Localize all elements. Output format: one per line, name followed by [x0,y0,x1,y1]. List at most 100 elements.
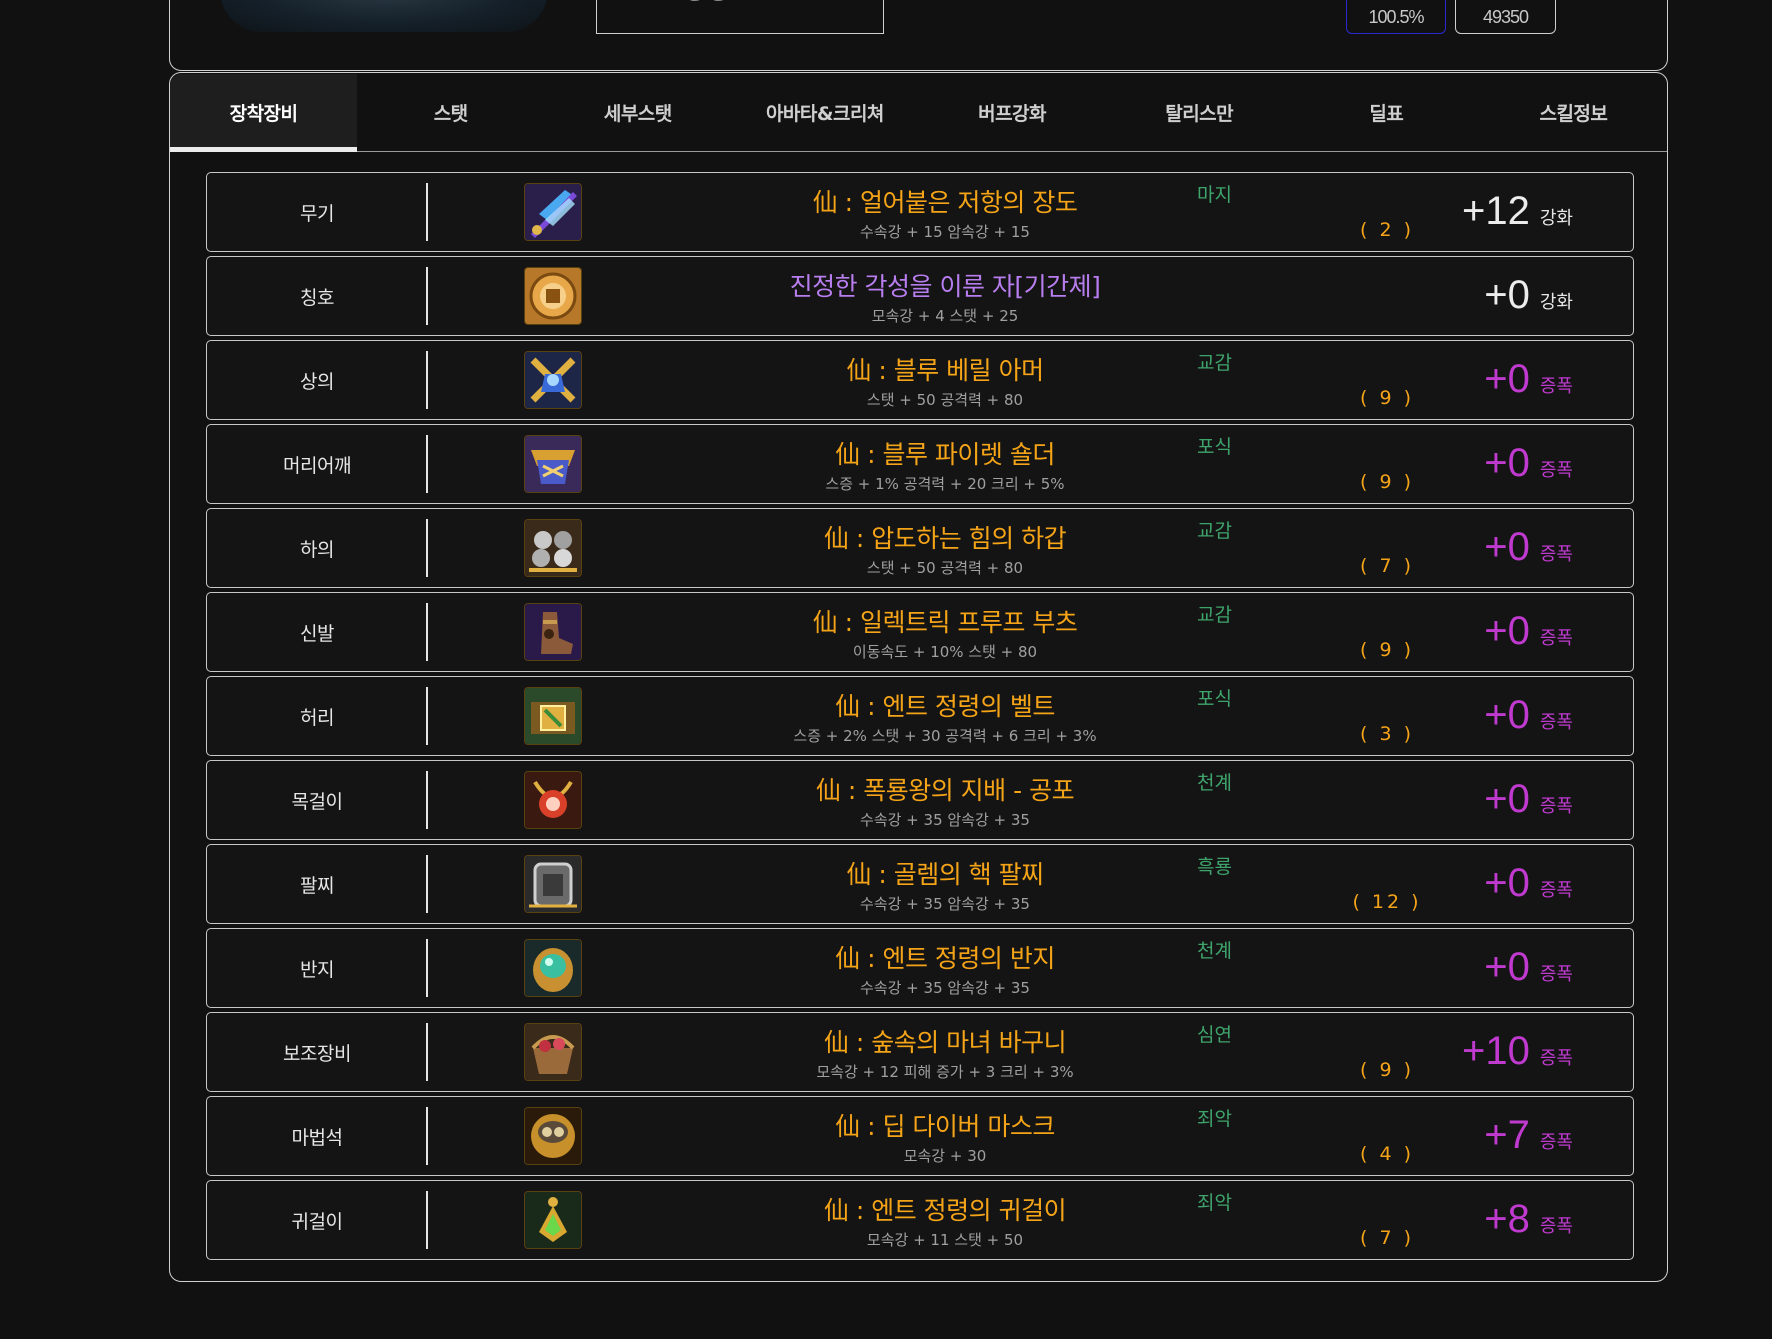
tab-8[interactable]: 스킬정보 [1480,74,1667,151]
item-tag: 포식 [1197,436,1232,458]
item-name[interactable]: 仙 : 골렘의 핵 팔찌 [685,855,1205,891]
item-name[interactable]: 仙 : 엔트 정령의 반지 [685,939,1205,975]
item-name[interactable]: 仙 : 엔트 정령의 귀걸이 [685,1191,1205,1227]
enhancement-value: +0 [1484,609,1530,653]
belt-icon[interactable] [525,688,581,744]
tab-6[interactable]: 탈리스만 [1106,74,1293,151]
enhancement-value: +12 [1462,189,1530,233]
item-tag: 교감 [1197,604,1232,626]
equipment-row[interactable]: 머리어깨 仙 : 블루 파이렛 숄더 스증 + 1% 공격력 + 20 크리 + 5… [206,424,1634,504]
slot-label: 팔찌 [300,874,334,897]
enhancement-value: +0 [1484,861,1530,905]
item-stats: 수속강 + 35 암속강 + 35 [860,895,1030,913]
tab-bar: 장착장비 스탯 세부스탯 아바타&크리쳐 버프강화 탈리스만 딜표 스킬정보 [170,74,1667,152]
slot-label: 하의 [300,538,334,561]
slot-label: 허리 [300,706,334,729]
equipment-row[interactable]: 무기 仙 : 얼어붙은 저항의 장도 수속강 + 15 암속강 + 15 마지 ( 2 … [206,172,1634,252]
ring-icon[interactable] [525,940,581,996]
equipment-row[interactable]: 하의 仙 : 압도하는 힘의 하갑 스탯 + 50 공격력 + 80 교감 ( 7 ) +… [206,508,1634,588]
earring-icon[interactable] [525,1192,581,1248]
power-score-box: 33 143805 [596,0,884,34]
equipment-row[interactable]: 상의 仙 : 블루 베릴 아머 스탯 + 50 공격력 + 80 교감 ( 9 ) +0 증… [206,340,1634,420]
tab-3[interactable]: 세부스탯 [544,74,731,151]
bracelet-icon[interactable] [525,856,581,912]
equipment-list: 무기 仙 : 얼어붙은 저항의 장도 수속강 + 15 암속강 + 15 마지 ( 2 … [206,172,1634,1264]
enhancement-value: +0 [1484,525,1530,569]
item-tag: 교감 [1197,520,1232,542]
equipment-row[interactable]: 목걸이 仙 : 폭룡왕의 지배 - 공포 수속강 + 35 암속강 + 35 천계 +0… [206,760,1634,840]
title-icon[interactable] [525,268,581,324]
item-stats: 스증 + 2% 스탯 + 30 공격력 + 6 크리 + 3% [793,727,1097,745]
enhancement-label: 강화 [1539,292,1573,313]
item-name[interactable]: 진정한 각성을 이룬 자[기간제] [685,267,1205,303]
tab-1[interactable]: 장착장비 [170,74,358,152]
item-name[interactable]: 仙 : 엔트 정령의 벨트 [685,687,1205,723]
item-count: ( 9 ) [1360,387,1414,409]
item-name[interactable]: 仙 : 블루 파이렛 숄더 [685,435,1205,471]
enhancement-label: 증폭 [1539,460,1573,481]
enhancement-label: 증폭 [1539,628,1573,649]
power-score-big: 33 [685,0,732,9]
tab-2[interactable]: 스탯 [357,74,544,151]
item-name[interactable]: 仙 : 얼어붙은 저항의 장도 [685,183,1205,219]
shoulder-icon[interactable] [525,436,581,492]
item-count: ( 7 ) [1360,1227,1414,1249]
divider [426,603,428,661]
tab-5[interactable]: 버프강화 [919,74,1106,151]
item-name[interactable]: 仙 : 딥 다이버 마스크 [685,1107,1205,1143]
weapon-icon[interactable] [525,184,581,240]
item-stats: 수속강 + 35 암속강 + 35 [860,979,1030,997]
enhancement: +0 증폭 [1484,609,1573,654]
item-tag: 천계 [1197,772,1232,794]
enhancement-label: 증폭 [1539,880,1573,901]
item-tag: 천계 [1197,940,1232,962]
magic-stone-icon[interactable] [525,1108,581,1164]
character-emblem [220,0,548,32]
enhancement: +0 증폭 [1484,357,1573,402]
divider [426,687,428,745]
slot-label: 보조장비 [283,1042,351,1065]
necklace-icon[interactable] [525,772,581,828]
equipment-row[interactable]: 반지 仙 : 엔트 정령의 반지 수속강 + 35 암속강 + 35 천계 +0 증폭 [206,928,1634,1008]
enhancement-label: 증폭 [1539,1048,1573,1069]
tab-4[interactable]: 아바타&크리쳐 [731,74,918,151]
item-name[interactable]: 仙 : 일렉트릭 프루프 부츠 [685,603,1205,639]
item-stats: 스탯 + 50 공격력 + 80 [866,391,1024,409]
equipment-row[interactable]: 귀걸이 仙 : 엔트 정령의 귀걸이 모속강 + 11 스탯 + 50 죄악 ( 7 )… [206,1180,1634,1260]
equipment-row[interactable]: 칭호 진정한 각성을 이룬 자[기간제] 모속강 + 4 스탯 + 25 +0 강화 [206,256,1634,336]
enhancement: +0 강화 [1484,273,1573,318]
enhancement-label: 증폭 [1539,964,1573,985]
divider [426,519,428,577]
tab-7[interactable]: 딜표 [1293,74,1480,151]
divider [426,771,428,829]
enhancement-value: +7 [1484,1113,1530,1157]
item-count: ( 4 ) [1360,1143,1414,1165]
divider [426,939,428,997]
enhancement: +0 증폭 [1484,441,1573,486]
slot-label: 머리어깨 [283,454,351,477]
item-name[interactable]: 仙 : 폭룡왕의 지배 - 공포 [685,771,1205,807]
enhancement-label: 증폭 [1539,712,1573,733]
item-stats: 모속강 + 11 스탯 + 50 [866,1231,1024,1249]
item-count: ( 2 ) [1360,219,1414,241]
item-name[interactable]: 仙 : 압도하는 힘의 하갑 [685,519,1205,555]
item-stats: 이동속도 + 10% 스탯 + 80 [852,643,1038,661]
equipment-row[interactable]: 마법석 仙 : 딥 다이버 마스크 모속강 + 30 죄악 ( 4 ) +7 증폭 [206,1096,1634,1176]
enhancement: +8 증폭 [1484,1197,1573,1242]
equipment-row[interactable]: 신발 仙 : 일렉트릭 프루프 부츠 이동속도 + 10% 스탯 + 80 교감 ( 9… [206,592,1634,672]
slot-label: 목걸이 [291,790,343,813]
item-count: ( 3 ) [1360,723,1414,745]
slot-label: 마법석 [291,1126,343,1149]
pants-icon[interactable] [525,520,581,576]
equipment-row[interactable]: 팔찌 仙 : 골렘의 핵 팔찌 수속강 + 35 암속강 + 35 흑룡 ( 12 ) +… [206,844,1634,924]
item-name[interactable]: 仙 : 블루 베릴 아머 [685,351,1205,387]
item-tag: 흑룡 [1197,856,1232,878]
enhancement-value: +10 [1462,1029,1530,1073]
equipment-row[interactable]: 허리 仙 : 엔트 정령의 벨트스증 + 2% 스탯 + 30 공격력 + 6 크… [206,676,1634,756]
item-name[interactable]: 仙 : 숲속의 마녀 바구니 [685,1023,1205,1059]
basket-icon[interactable] [525,1024,581,1080]
top-armor-icon[interactable] [525,352,581,408]
boots-icon[interactable] [525,604,581,660]
equipment-row[interactable]: 보조장비 仙 : 숲속의 마녀 바구니 모속강 + 12 피해 증가 + 3 크리 … [206,1012,1634,1092]
divider [426,1191,428,1249]
